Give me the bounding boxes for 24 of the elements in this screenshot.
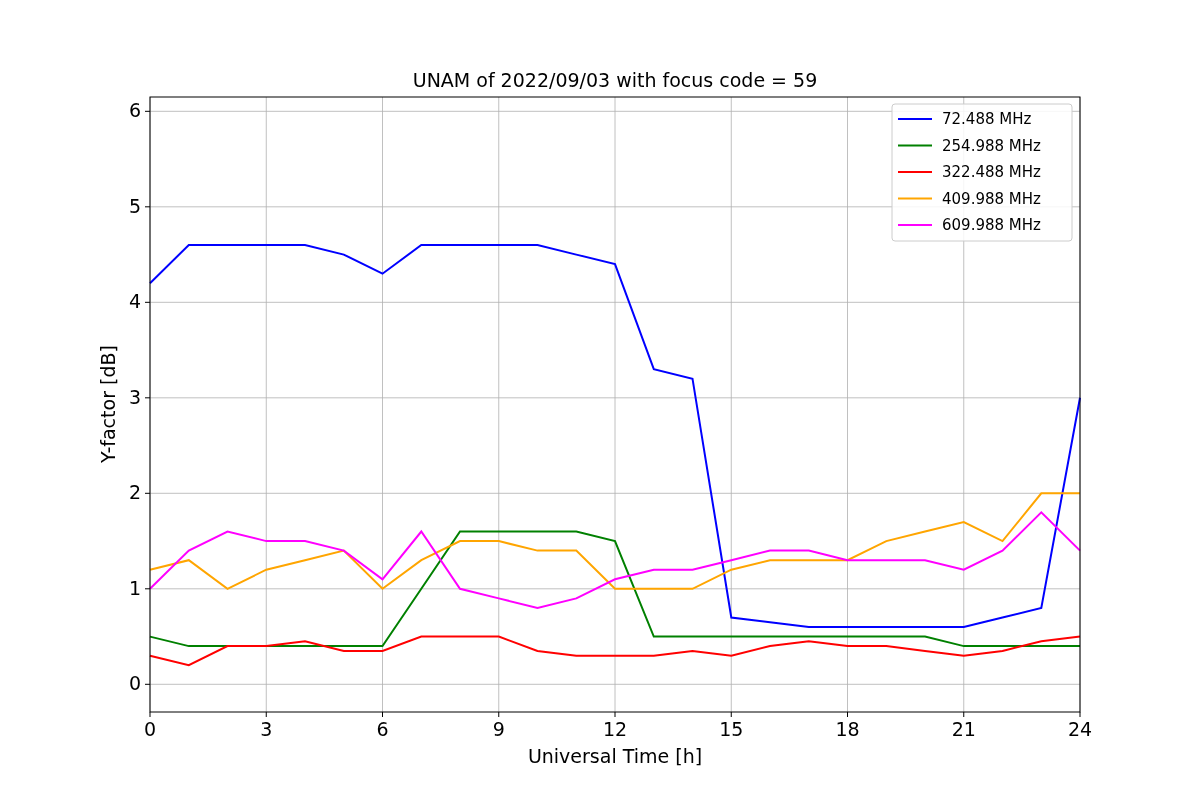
x-tick-label: 18 — [835, 718, 860, 740]
y-axis-label: Y-factor [dB] — [97, 345, 119, 463]
x-tick-label: 6 — [376, 718, 389, 740]
y-tick-label: 0 — [128, 672, 141, 695]
x-tick-label: 24 — [1067, 718, 1093, 740]
y-tick-label: 6 — [128, 99, 141, 122]
x-tick-label: 12 — [602, 718, 628, 740]
x-tick-label: 9 — [492, 718, 505, 740]
y-tick-label: 4 — [128, 290, 141, 313]
y-tick-label: 2 — [128, 481, 141, 504]
y-tick-label: 3 — [128, 385, 141, 408]
legend-label: 72.488 MHz — [942, 110, 1032, 128]
legend-label: 409.988 MHz — [942, 189, 1041, 208]
legend-label: 254.988 MHz — [942, 136, 1041, 155]
legend-label: 322.488 MHz — [942, 163, 1041, 181]
legend-label: 609.988 MHz — [942, 216, 1041, 234]
x-axis-label: Universal Time [h] — [527, 745, 703, 767]
x-tick-label: 21 — [951, 718, 976, 740]
x-tick-label: 3 — [260, 718, 273, 740]
y-tick-label: 5 — [128, 194, 141, 217]
x-tick-label: 15 — [719, 718, 744, 740]
chart-title: UNAM of 2022/09/03 with focus code = 59 — [412, 69, 818, 91]
x-tick-label: 0 — [143, 718, 157, 740]
y-tick-label: 1 — [128, 576, 141, 599]
